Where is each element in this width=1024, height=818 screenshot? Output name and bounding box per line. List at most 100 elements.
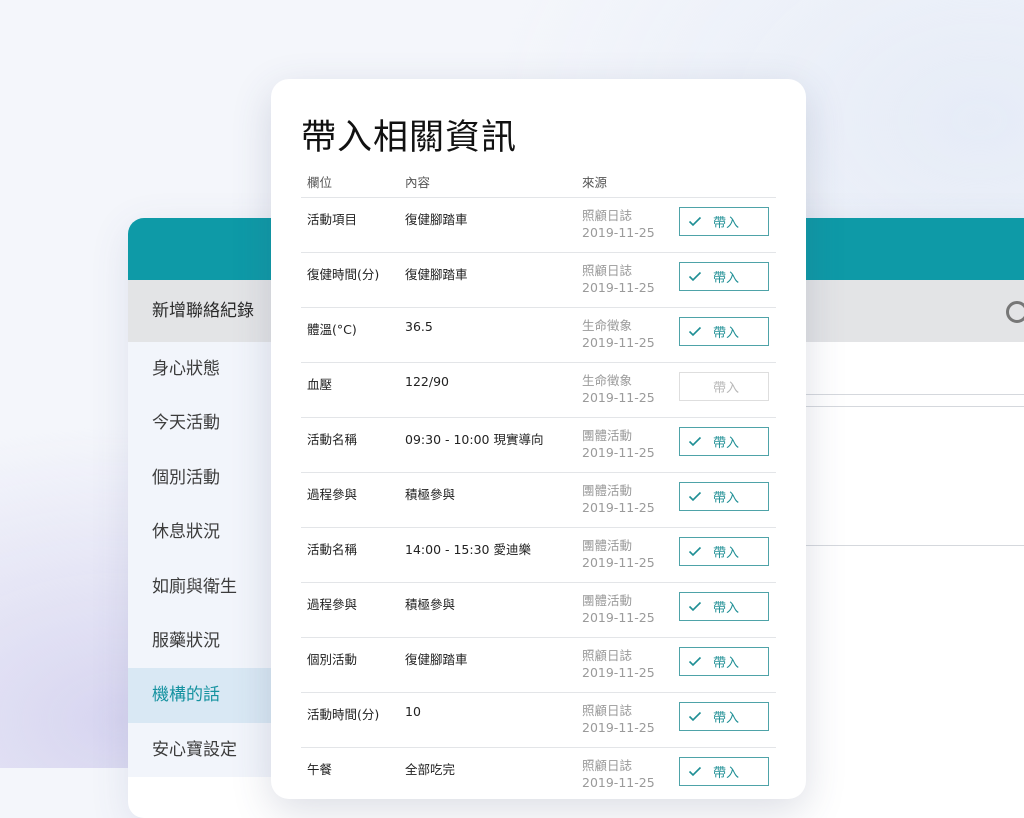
row-field: 活動時間(分)	[307, 707, 380, 722]
row-field: 復健時間(分)	[307, 267, 380, 282]
row-field: 過程參與	[307, 597, 358, 612]
row-content: 10	[405, 704, 421, 719]
table-header: 欄位 內容 來源	[301, 167, 776, 198]
row-field: 血壓	[307, 377, 333, 392]
row-field: 活動名稱	[307, 432, 358, 447]
source-name: 團體活動	[582, 428, 633, 443]
table-row: 個別活動 復健腳踏車 照顧日誌 2019-11-25 帶入	[301, 638, 776, 693]
checkmark-icon	[688, 601, 702, 612]
checkmark-icon	[688, 656, 702, 667]
sidebar-item[interactable]: 今天活動	[128, 396, 271, 451]
source-date: 2019-11-25	[582, 500, 655, 515]
import-button[interactable]: 帶入	[679, 592, 769, 621]
sidebar-item[interactable]: 如廁與衛生	[128, 559, 271, 614]
source-name: 團體活動	[582, 538, 633, 553]
source-date: 2019-11-25	[582, 390, 655, 405]
source-name: 照顧日誌	[582, 703, 633, 718]
sidebar-nav: 身心狀態 今天活動 個別活動 休息狀況 如廁與衛生 服藥狀況 機構的話 安心寶設定	[128, 342, 271, 778]
column-header-content: 內容	[405, 175, 431, 190]
checkmark-icon	[688, 546, 702, 557]
import-button[interactable]: 帶入	[679, 427, 769, 456]
row-content: 36.5	[405, 319, 433, 334]
import-button-label: 帶入	[712, 656, 739, 671]
row-source: 照顧日誌 2019-11-25	[582, 702, 655, 736]
source-name: 照顧日誌	[582, 208, 633, 223]
import-button-label: 帶入	[712, 381, 739, 396]
row-field: 午餐	[307, 762, 333, 777]
row-field: 過程參與	[307, 487, 358, 502]
import-button-label: 帶入	[712, 326, 739, 341]
import-button[interactable]: 帶入	[679, 482, 769, 511]
import-button[interactable]: 帶入	[679, 702, 769, 731]
checkmark-icon	[688, 326, 702, 337]
source-date: 2019-11-25	[582, 610, 655, 625]
source-name: 團體活動	[582, 483, 633, 498]
import-button[interactable]: 帶入	[679, 262, 769, 291]
import-button[interactable]: 帶入	[679, 757, 769, 786]
source-name: 照顧日誌	[582, 263, 633, 278]
row-content: 積極參與	[405, 487, 456, 502]
checkmark-icon	[688, 436, 702, 447]
sidebar-item[interactable]: 休息狀況	[128, 505, 271, 560]
loading-ring-icon	[1006, 301, 1024, 323]
import-button-label: 帶入	[712, 491, 739, 506]
sidebar-item[interactable]: 個別活動	[128, 450, 271, 506]
source-date: 2019-11-25	[582, 720, 655, 735]
import-button[interactable]: 帶入	[679, 317, 769, 346]
source-name: 生命徵象	[582, 318, 633, 333]
row-source: 團體活動 2019-11-25	[582, 592, 655, 626]
sidebar-item[interactable]: 安心寶設定	[128, 722, 271, 778]
row-source: 照顧日誌 2019-11-25	[582, 207, 655, 241]
import-button[interactable]: 帶入	[679, 537, 769, 566]
source-name: 照顧日誌	[582, 758, 633, 773]
row-content: 復健腳踏車	[405, 652, 468, 667]
row-content: 積極參與	[405, 597, 456, 612]
source-date: 2019-11-25	[582, 555, 655, 570]
row-field: 活動名稱	[307, 542, 358, 557]
source-date: 2019-11-25	[582, 280, 655, 295]
row-source: 照顧日誌 2019-11-25	[582, 757, 655, 791]
new-contact-record-button[interactable]: 新增聯絡紀錄	[152, 280, 254, 342]
checkmark-icon	[688, 491, 702, 502]
import-info-dialog: 帶入相關資訊 欄位 內容 來源 活動項目 復健腳踏車 照顧日誌 2019-11-25 帶…	[271, 79, 806, 799]
row-source: 團體活動 2019-11-25	[582, 537, 655, 571]
table-row: 復健時間(分) 復健腳踏車 照顧日誌 2019-11-25 帶入	[301, 253, 776, 308]
import-button[interactable]: 帶入	[679, 647, 769, 676]
table-row: 體溫(°C) 36.5 生命徵象 2019-11-25 帶入	[301, 308, 776, 363]
table-row: 活動名稱 14:00 - 15:30 愛迪樂 團體活動 2019-11-25 帶入	[301, 528, 776, 583]
checkmark-icon	[688, 216, 702, 227]
import-button-label: 帶入	[712, 546, 739, 561]
source-date: 2019-11-25	[582, 445, 655, 460]
sidebar-item[interactable]: 服藥狀況	[128, 613, 271, 669]
table-row: 血壓 122/90 生命徵象 2019-11-25 帶入	[301, 363, 776, 418]
sidebar-item[interactable]: 身心狀態	[128, 342, 271, 397]
import-button-label: 帶入	[712, 711, 739, 726]
checkmark-icon	[688, 271, 702, 282]
dialog-title: 帶入相關資訊	[301, 118, 518, 158]
row-field: 活動項目	[307, 212, 358, 227]
import-button-label: 帶入	[712, 216, 739, 231]
sidebar-item[interactable]: 機構的話	[128, 668, 271, 723]
row-source: 團體活動 2019-11-25	[582, 482, 655, 516]
row-content: 09:30 - 10:00 現實導向	[405, 432, 544, 447]
table-row: 午餐 全部吃完 照顧日誌 2019-11-25 帶入	[301, 748, 776, 799]
import-button[interactable]: 帶入	[679, 372, 769, 401]
table-row: 活動項目 復健腳踏車 照顧日誌 2019-11-25 帶入	[301, 198, 776, 253]
source-name: 團體活動	[582, 593, 633, 608]
row-content: 全部吃完	[405, 762, 456, 777]
import-button-label: 帶入	[712, 436, 739, 451]
source-date: 2019-11-25	[582, 225, 655, 240]
row-source: 團體活動 2019-11-25	[582, 427, 655, 461]
import-button-label: 帶入	[712, 766, 739, 781]
checkmark-icon	[688, 711, 702, 722]
table-row: 活動時間(分) 10 照顧日誌 2019-11-25 帶入	[301, 693, 776, 748]
source-date: 2019-11-25	[582, 335, 655, 350]
row-source: 照顧日誌 2019-11-25	[582, 262, 655, 296]
column-header-field: 欄位	[307, 175, 333, 190]
source-date: 2019-11-25	[582, 775, 655, 790]
table-body: 活動項目 復健腳踏車 照顧日誌 2019-11-25 帶入 復健時間(分) 復健腳踏車 照顧日…	[301, 198, 776, 799]
table-row: 活動名稱 09:30 - 10:00 現實導向 團體活動 2019-11-25 帶入	[301, 418, 776, 473]
import-button[interactable]: 帶入	[679, 207, 769, 236]
row-content: 復健腳踏車	[405, 212, 468, 227]
row-content: 14:00 - 15:30 愛迪樂	[405, 542, 531, 557]
